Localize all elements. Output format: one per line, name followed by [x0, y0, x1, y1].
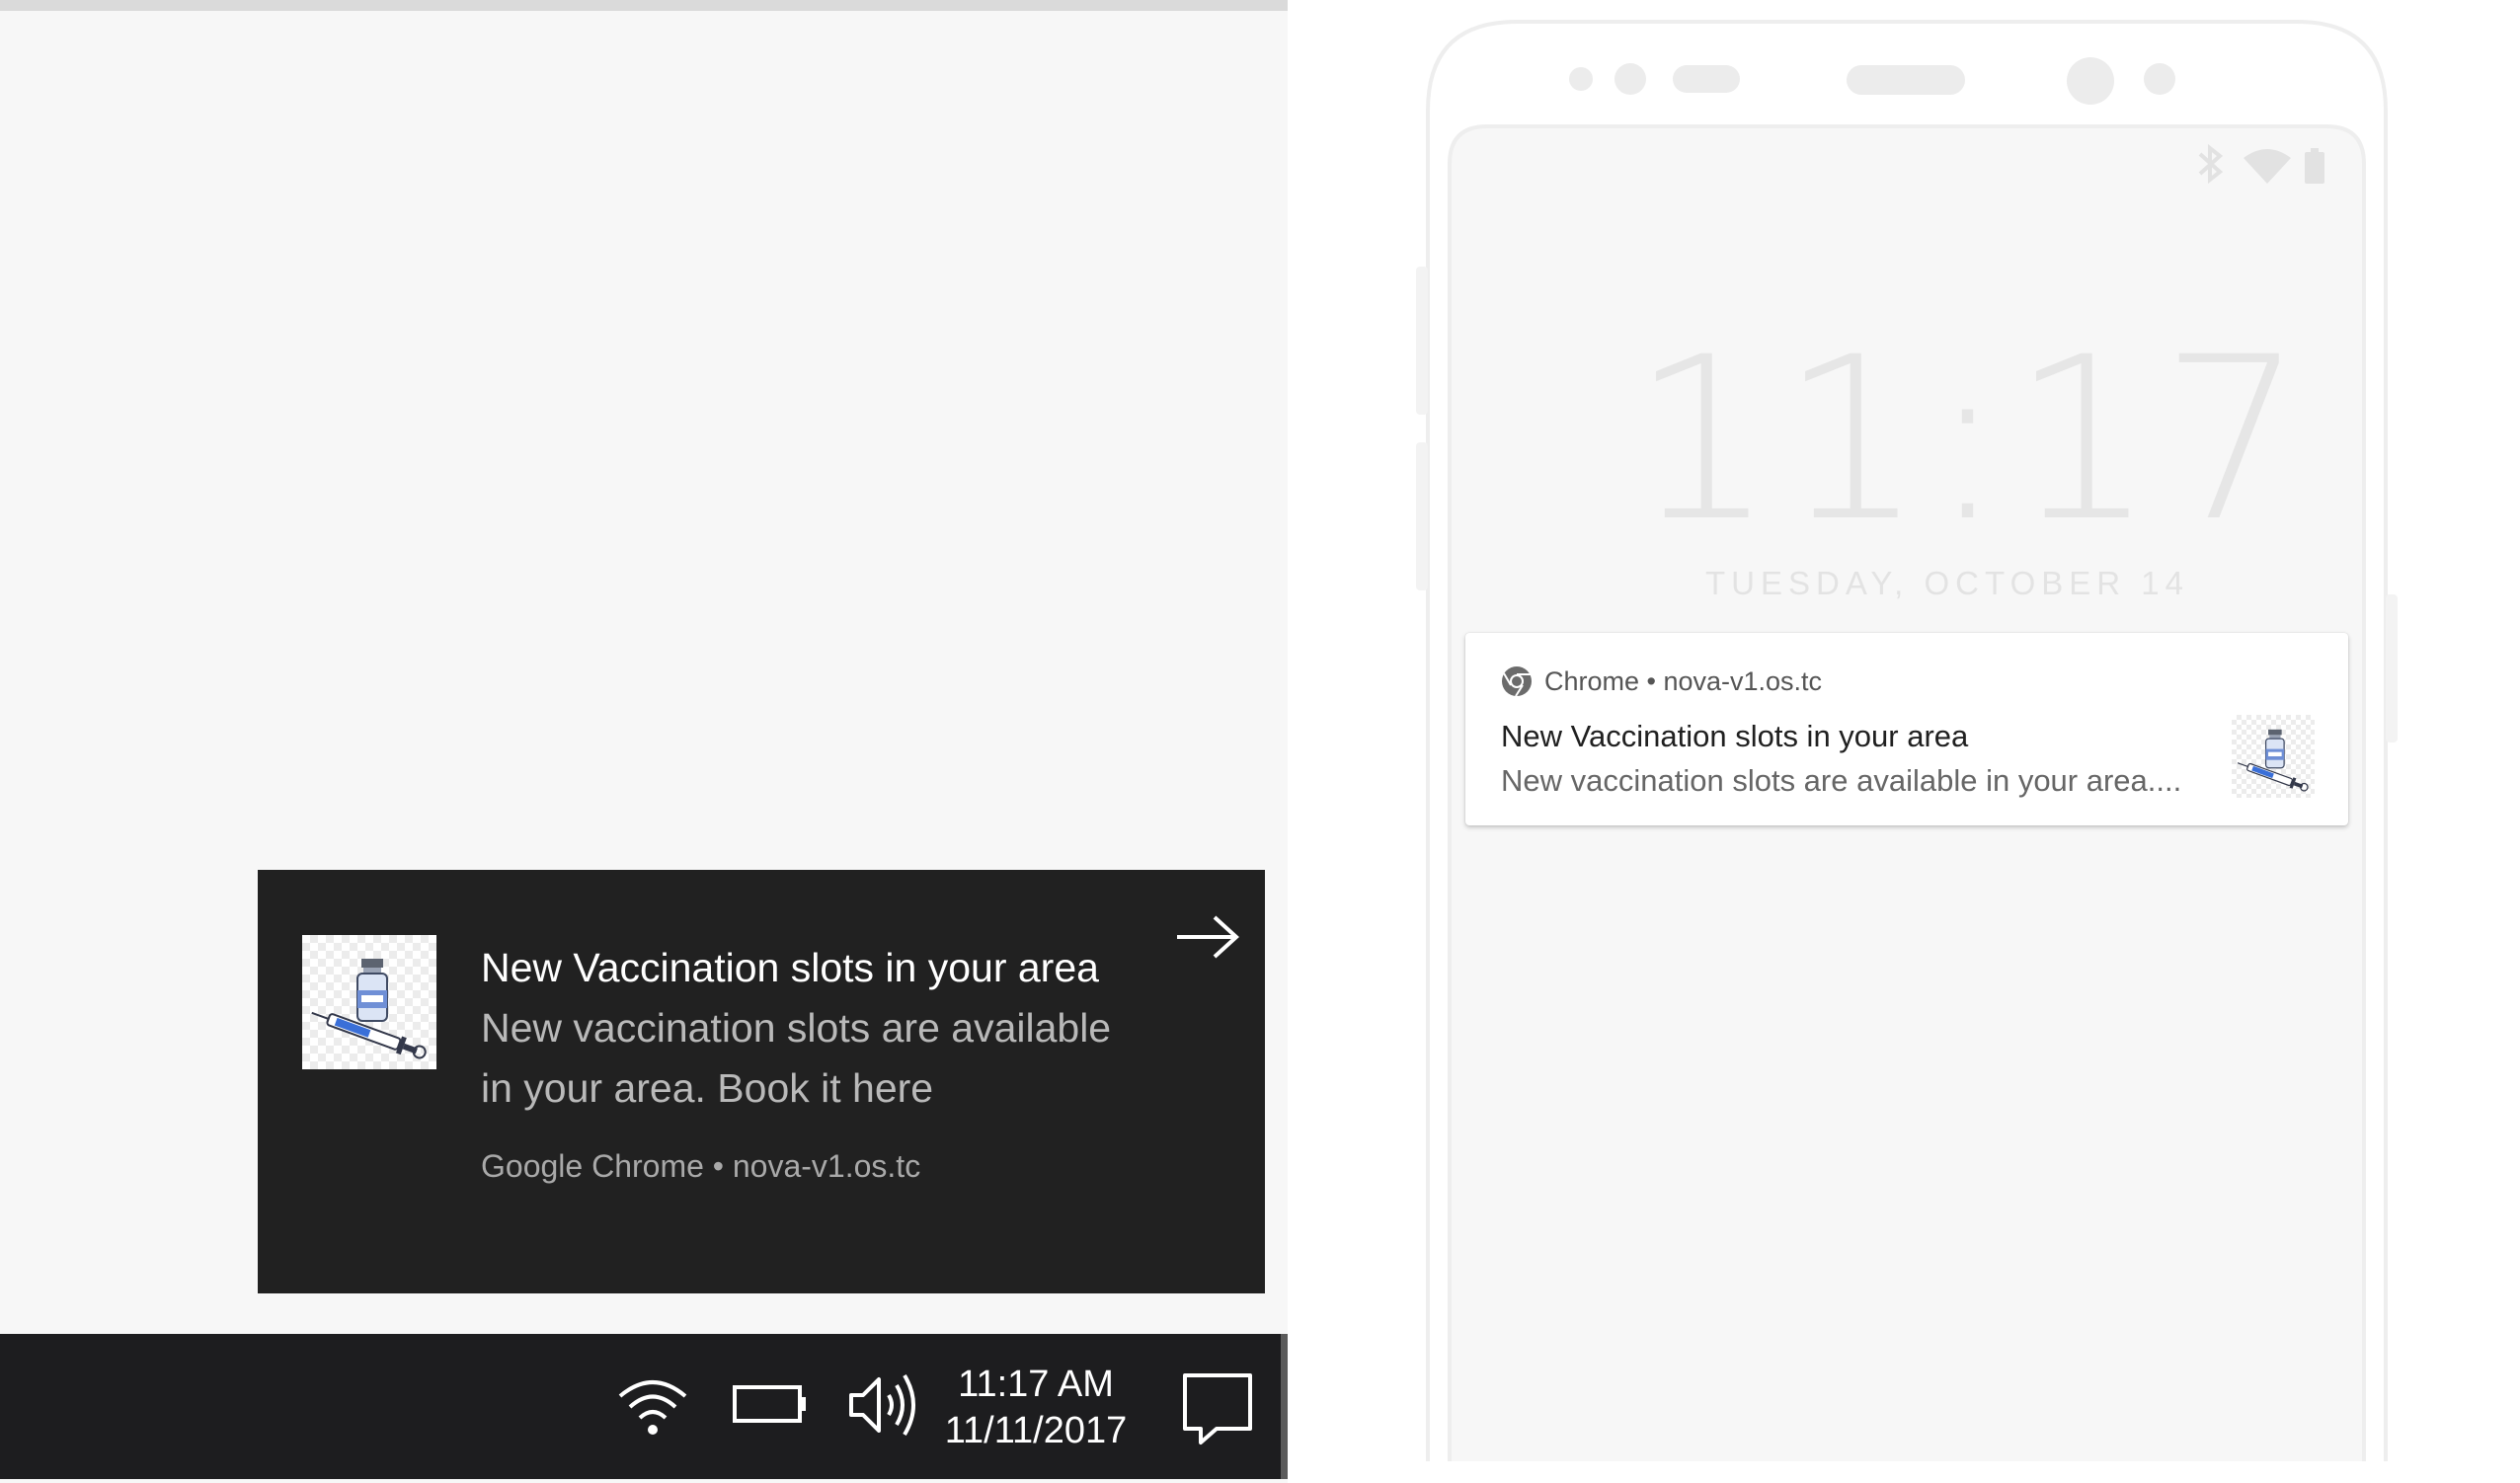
- bluetooth-icon: [2198, 143, 2224, 185]
- lockscreen-date: TUESDAY, OCTOBER 14: [1705, 565, 2189, 601]
- toast-source: Google Chrome • nova-v1.os.tc: [481, 1148, 921, 1184]
- taskbar-date: 11/11/2017: [944, 1410, 1128, 1451]
- android-phone-mockup: 11:17 TUESDAY, OCTOBER 14 Chrome • nova-…: [1288, 0, 2520, 1483]
- notification-header: Chrome • nova-v1.os.tc: [1544, 666, 1823, 696]
- notification-image: [2232, 715, 2315, 798]
- action-center-icon[interactable]: [1181, 1371, 1254, 1446]
- taskbar-time: 11:17 AM: [958, 1364, 1114, 1405]
- windows-toast-notification[interactable]: New Vaccination slots in your area New v…: [258, 870, 1265, 1293]
- notification-title: New Vaccination slots in your area: [1501, 719, 1969, 753]
- wifi-icon: [2244, 149, 2291, 184]
- toast-image: [302, 935, 436, 1069]
- taskbar: 11:17 AM 11/11/2017: [0, 1334, 1288, 1479]
- window-top-bar: [0, 0, 1288, 11]
- status-bar-icons: [2186, 142, 2344, 188]
- wifi-icon[interactable]: [614, 1372, 691, 1438]
- battery-icon: [2305, 148, 2324, 184]
- lockscreen-clock: 11:17: [1631, 308, 2311, 571]
- windows-desktop: New Vaccination slots in your area New v…: [0, 0, 1288, 1483]
- notification-text: New vaccination slots are available in y…: [1501, 763, 2182, 798]
- vaccine-vial-syringe-icon: [2237, 729, 2309, 792]
- chrome-icon: [1501, 665, 1533, 697]
- vaccine-vial-syringe-icon: [311, 959, 427, 1059]
- volume-icon[interactable]: [845, 1371, 924, 1439]
- battery-icon[interactable]: [731, 1381, 810, 1427]
- taskbar-edge: [1281, 1334, 1288, 1479]
- toast-body: New vaccination slots are available in y…: [481, 1005, 1112, 1111]
- arrow-right-icon[interactable]: [1171, 909, 1244, 965]
- toast-title: New Vaccination slots in your area: [481, 945, 1099, 990]
- taskbar-clock[interactable]: 11:17 AM 11/11/2017: [932, 1362, 1140, 1454]
- android-notification[interactable]: Chrome • nova-v1.os.tc New Vaccination s…: [1465, 633, 2348, 825]
